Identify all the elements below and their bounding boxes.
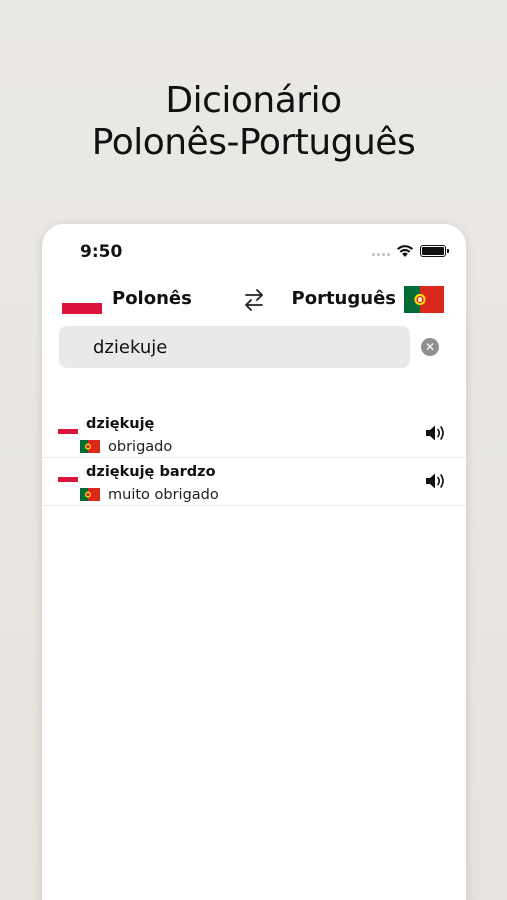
- result-term: dziękuję: [86, 416, 155, 432]
- app-screen: 9:50 Polonês Português dziekuje ✕ dzięku…: [42, 224, 466, 900]
- headline-line-2: Polonês-Português: [91, 122, 416, 163]
- result-term: dziękuję bardzo: [86, 464, 216, 480]
- portugal-flag-icon: [80, 440, 100, 453]
- portugal-flag-icon: [80, 488, 100, 501]
- speaker-icon[interactable]: [424, 472, 448, 490]
- search-input[interactable]: [59, 326, 410, 368]
- search-row: ✕: [59, 326, 454, 368]
- battery-icon: [420, 245, 449, 257]
- result-row[interactable]: dziękuję bardzo muito obrigado: [42, 458, 466, 506]
- cellular-signal-icon: [372, 246, 390, 256]
- swap-arrows-icon[interactable]: [240, 286, 268, 314]
- status-bar: 9:50: [42, 224, 466, 276]
- result-row[interactable]: dziękuję obrigado: [42, 410, 466, 458]
- speaker-icon[interactable]: [424, 424, 448, 442]
- result-translation: muito obrigado: [108, 487, 219, 503]
- source-language-label[interactable]: Polonês: [112, 288, 192, 309]
- poland-flag-icon: [62, 292, 102, 314]
- poland-flag-icon: [58, 472, 78, 482]
- wifi-icon: [397, 245, 413, 257]
- status-icons: [372, 244, 449, 258]
- clear-circle-icon[interactable]: ✕: [421, 338, 439, 356]
- status-time: 9:50: [80, 242, 123, 262]
- results-list: dziękuję obrigado dziękuję bardzo muito …: [42, 410, 466, 506]
- portugal-flag-icon: [404, 286, 444, 313]
- result-translation: obrigado: [108, 439, 173, 455]
- language-selector-bar: Polonês Português: [42, 284, 466, 316]
- promo-headline: Dicionário Polonês-Português: [0, 80, 507, 164]
- poland-flag-icon: [58, 424, 78, 434]
- target-language-label[interactable]: Português: [292, 288, 396, 309]
- headline-line-1: Dicionário: [165, 80, 342, 121]
